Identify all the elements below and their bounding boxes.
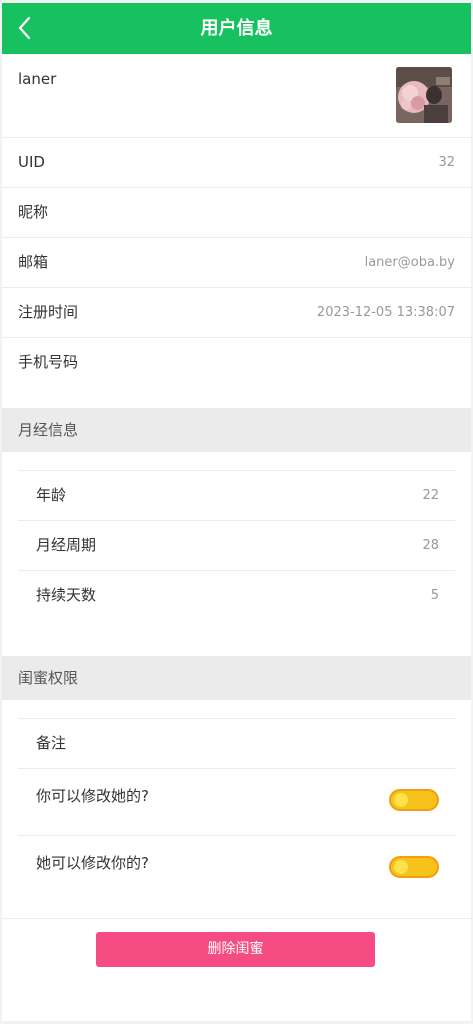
note-row[interactable]: 备注 — [18, 718, 455, 768]
row-label: 邮箱 — [18, 253, 49, 271]
note-label: 备注 — [36, 734, 67, 752]
page-title: 用户信息 — [200, 18, 273, 39]
avatar[interactable] — [396, 67, 452, 123]
i-can-edit-toggle[interactable] — [389, 789, 439, 811]
row-label: 持续天数 — [36, 586, 97, 604]
row-value: 5 — [430, 588, 439, 603]
toggle-label: 她可以修改你的? — [36, 854, 149, 872]
period-section: 年龄 22 月经周期 28 持续天数 5 — [2, 452, 471, 656]
row-label: 昵称 — [18, 203, 49, 221]
toggle-label: 你可以修改她的? — [36, 787, 149, 805]
navbar: 用户信息 — [2, 3, 471, 54]
row-value: laner@oba.by — [364, 255, 455, 270]
info-row-nickname[interactable]: 昵称 — [2, 188, 471, 238]
row-value: 22 — [422, 488, 439, 503]
row-value: 32 — [438, 155, 455, 170]
avatar-image — [396, 67, 452, 123]
row-value: 2023-12-05 13:38:07 — [316, 305, 455, 320]
user-info-page: 用户信息 laner UID 32 昵称 邮箱 laner@oba.by 注册时… — [2, 3, 471, 1021]
period-section-header: 月经信息 — [2, 408, 471, 452]
toggle-row-i-can-edit: 你可以修改她的? — [18, 768, 455, 835]
row-label: 注册时间 — [18, 303, 79, 321]
permission-section-header: 闺蜜权限 — [2, 656, 471, 700]
info-row-email[interactable]: 邮箱 laner@oba.by — [2, 238, 471, 288]
toggle-knob — [394, 860, 408, 874]
period-row-cycle[interactable]: 月经周期 28 — [18, 520, 455, 570]
row-label: 手机号码 — [18, 353, 79, 371]
row-label: UID — [18, 153, 45, 171]
she-can-edit-toggle[interactable] — [389, 856, 439, 878]
delete-friend-button[interactable]: 删除闺蜜 — [96, 932, 375, 967]
info-row-uid[interactable]: UID 32 — [2, 138, 471, 188]
period-row-duration[interactable]: 持续天数 5 — [18, 570, 455, 620]
period-row-age[interactable]: 年龄 22 — [18, 470, 455, 520]
footer: 删除闺蜜 — [2, 918, 471, 1015]
info-row-phone[interactable]: 手机号码 — [2, 338, 471, 387]
profile-row: laner — [2, 54, 471, 138]
toggle-row-she-can-edit: 她可以修改你的? — [18, 835, 455, 902]
permission-section: 备注 你可以修改她的? 她可以修改你的? — [2, 700, 471, 918]
row-label: 月经周期 — [36, 536, 97, 554]
toggle-knob — [394, 793, 408, 807]
row-label: 年龄 — [36, 486, 67, 504]
profile-name: laner — [18, 70, 57, 88]
row-value: 28 — [422, 538, 439, 553]
info-row-register-time[interactable]: 注册时间 2023-12-05 13:38:07 — [2, 288, 471, 338]
